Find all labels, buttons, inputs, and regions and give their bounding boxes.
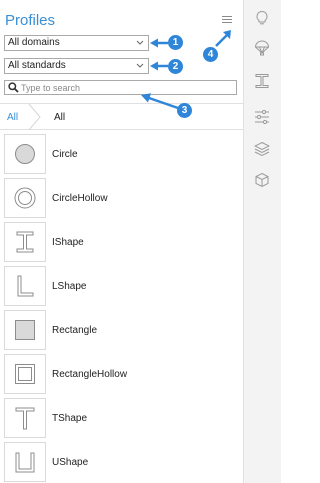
- i-shape-icon: [16, 231, 34, 253]
- profile-thumbnail: [4, 266, 46, 306]
- profile-thumbnail: [4, 222, 46, 262]
- profile-thumbnail: [4, 354, 46, 394]
- l-shape-icon: [17, 275, 34, 297]
- search-input[interactable]: [21, 81, 231, 94]
- domain-select-value: All domains: [8, 37, 60, 48]
- list-item[interactable]: LShape: [0, 266, 243, 310]
- chevron-down-icon: [136, 63, 144, 68]
- profile-label: Rectangle: [52, 325, 98, 336]
- circle-icon: [15, 144, 35, 164]
- sliders-icon[interactable]: [254, 109, 270, 125]
- layers-icon[interactable]: [254, 141, 270, 157]
- profile-label: TShape: [52, 413, 88, 424]
- list-item[interactable]: UShape: [0, 442, 243, 483]
- chevron-down-icon: [136, 40, 144, 45]
- list-item[interactable]: RectangleHollow: [0, 354, 243, 398]
- list-item[interactable]: Rectangle: [0, 310, 243, 354]
- callout-badge: 2: [168, 59, 183, 74]
- profile-thumbnail: [4, 442, 46, 482]
- circle-hollow-icon: [14, 187, 36, 209]
- cube-icon[interactable]: [254, 172, 270, 188]
- breadcrumb-root[interactable]: All: [7, 112, 18, 123]
- profile-label: CircleHollow: [52, 193, 108, 204]
- callout-badge: 3: [177, 103, 192, 118]
- profile-thumbnail: [4, 178, 46, 218]
- list-item[interactable]: IShape: [0, 222, 243, 266]
- callout-badge: 4: [203, 47, 218, 62]
- standard-select-value: All standards: [8, 60, 66, 71]
- breadcrumb-current[interactable]: All: [54, 112, 65, 123]
- profile-label: IShape: [52, 237, 84, 248]
- search-icon: [8, 82, 19, 93]
- t-shape-icon: [15, 407, 35, 430]
- search-box: [4, 80, 237, 95]
- callout-badge: 1: [168, 35, 183, 50]
- domain-select[interactable]: All domains: [4, 35, 149, 51]
- profile-label: RectangleHollow: [52, 369, 128, 380]
- profile-label: UShape: [52, 457, 89, 468]
- u-shape-icon: [15, 452, 35, 473]
- profile-thumbnail: [4, 398, 46, 438]
- parachute-icon[interactable]: [254, 40, 270, 56]
- profile-thumbnail: [4, 310, 46, 350]
- lightbulb-icon[interactable]: [254, 10, 270, 26]
- breadcrumb: All All: [0, 103, 243, 130]
- list-item[interactable]: CircleHollow: [0, 178, 243, 222]
- profile-thumbnail: [4, 134, 46, 174]
- rectangle-hollow-icon: [15, 364, 35, 384]
- standard-select[interactable]: All standards: [4, 58, 149, 74]
- profiles-panel: Profiles All domains All standards All A…: [0, 0, 243, 483]
- right-sidebar: [243, 0, 281, 483]
- rectangle-icon: [15, 320, 35, 340]
- list-item[interactable]: TShape: [0, 398, 243, 442]
- list-item[interactable]: Circle: [0, 134, 243, 178]
- breadcrumb-separator-icon: [28, 104, 41, 130]
- hamburger-menu-icon[interactable]: [222, 16, 232, 24]
- profile-label: Circle: [52, 149, 78, 160]
- profile-label: LShape: [52, 281, 87, 292]
- panel-title: Profiles: [5, 12, 56, 29]
- profile-list: Circle CircleHollow IShape LShape Rectan…: [0, 134, 243, 483]
- i-beam-icon[interactable]: [254, 73, 270, 89]
